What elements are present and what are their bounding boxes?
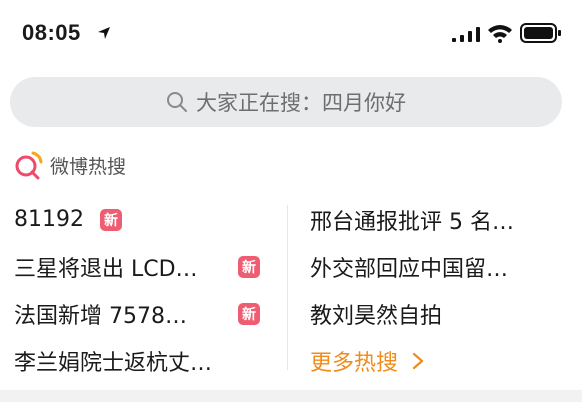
location-arrow-icon [98, 27, 110, 39]
hot-item-text: 外交部回应中国留… [310, 256, 509, 282]
hot-list-right: 邢台通报批评 5 名… 外交部回应中国留… 教刘昊然自拍 更多热搜 [310, 196, 572, 384]
more-hot-search-link[interactable]: 更多热搜 [310, 337, 572, 384]
new-badge: 新 [100, 208, 122, 231]
more-hot-search: 更多热搜 [310, 345, 424, 377]
status-time: 08:05 [22, 20, 81, 45]
search-bar[interactable]: 大家正在搜：四月你好 [10, 77, 562, 127]
hot-search-header: 微博热搜 [14, 150, 126, 180]
weibo-hot-search-icon [15, 151, 43, 180]
wifi-icon [488, 25, 512, 43]
search-icon [167, 92, 187, 112]
search-placeholder-group: 大家正在搜：四月你好 [166, 87, 406, 117]
hot-item[interactable]: 三星将退出 LCD… 新 [14, 243, 276, 290]
hot-item-text: 邢台通报批评 5 名… [310, 209, 514, 235]
hot-item[interactable]: 邢台通报批评 5 名… [310, 196, 572, 243]
hot-item-text: 法国新增 7578… [14, 303, 187, 329]
hot-item-text: 81192 [14, 207, 84, 232]
more-hot-search-label: 更多热搜 [310, 350, 399, 376]
search-placeholder: 大家正在搜：四月你好 [196, 91, 406, 115]
column-divider [287, 205, 288, 370]
battery-icon [520, 23, 561, 43]
hot-list-left: 81192 新 三星将退出 LCD… 新 法国新增 7578… 新 李兰娟院士返… [14, 196, 276, 384]
hot-item[interactable]: 法国新增 7578… 新 [14, 290, 276, 337]
hot-item-text: 教刘昊然自拍 [310, 303, 443, 329]
hot-item[interactable]: 81192 新 [14, 196, 276, 243]
hot-search-title: 微博热搜 [50, 155, 127, 178]
new-badge: 新 [238, 302, 260, 325]
new-badge: 新 [238, 255, 260, 278]
hot-item-text: 三星将退出 LCD… [14, 256, 198, 282]
hot-item-text: 李兰娟院士返杭丈… [14, 350, 213, 376]
cellular-signal-icon [452, 27, 480, 42]
hot-item[interactable]: 教刘昊然自拍 [310, 290, 572, 337]
chevron-right-icon [412, 352, 424, 369]
status-bar: 08:05 [0, 0, 582, 70]
section-separator [0, 390, 582, 402]
hot-item[interactable]: 外交部回应中国留… [310, 243, 572, 290]
hot-item[interactable]: 李兰娟院士返杭丈… [14, 337, 276, 384]
